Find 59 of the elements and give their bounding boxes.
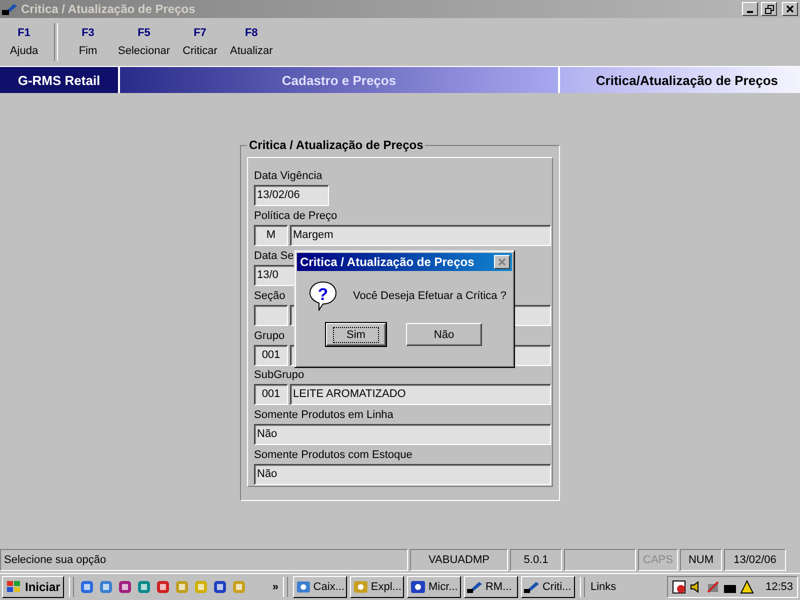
module-banner: Cadastro e Preços — [120, 67, 560, 93]
task-button[interactable]: Expl... — [350, 576, 404, 598]
field-label: Data Vigência — [254, 169, 322, 184]
start-button[interactable]: Iniciar — [2, 576, 64, 598]
links-toolbar[interactable]: Links — [590, 581, 616, 593]
status-panel: CAPS — [638, 549, 678, 571]
status-panel: 5.0.1 — [510, 549, 562, 571]
restore-icon — [764, 4, 774, 14]
minimize-button[interactable] — [742, 2, 758, 16]
close-icon — [498, 258, 506, 266]
dialog-button[interactable]: Sim — [326, 323, 386, 346]
warning-icon[interactable] — [740, 580, 754, 594]
dialog-message: Você Deseja Efetuar a Crítica ? — [353, 290, 506, 302]
field-label: Seção — [254, 288, 286, 304]
dialog-button[interactable]: Não — [406, 323, 482, 346]
restore-button[interactable] — [761, 2, 777, 16]
description-field[interactable]: Margem — [290, 224, 551, 246]
window-title: Critica / Atualização de Preços — [21, 2, 196, 16]
status-panel — [564, 549, 636, 571]
more-button[interactable]: » — [272, 581, 278, 593]
field-label: Política de Preço — [254, 208, 338, 224]
pen-icon — [524, 580, 540, 594]
code-field[interactable]: 001 — [254, 384, 288, 406]
toolbar-button[interactable]: F8 Atualizar — [224, 18, 279, 66]
pen-icon — [467, 580, 484, 594]
code-field[interactable]: 001 — [254, 344, 288, 366]
text-field[interactable]: Não — [254, 424, 551, 446]
product-banner: G-RMS Retail — [0, 67, 120, 93]
field-label: Data Se — [254, 248, 294, 264]
close-button[interactable] — [494, 255, 510, 269]
field-label: Somente Produtos com Estoque — [254, 448, 412, 464]
toolbar-button[interactable]: F5 Selecionar — [112, 18, 176, 66]
field-label: SubGrupo — [254, 368, 304, 384]
close-icon — [786, 5, 794, 13]
toolbar-button[interactable]: F7 Criticar — [176, 18, 224, 66]
screen-banner: Critica/Atualização de Preços — [560, 67, 800, 93]
task-button[interactable]: Micr... — [407, 576, 462, 598]
code-field[interactable]: M — [254, 224, 288, 246]
task-button[interactable]: Caix... — [293, 576, 348, 598]
text-field[interactable]: Não — [254, 464, 551, 486]
pen-icon — [2, 2, 18, 16]
task-button[interactable]: Criti... — [521, 576, 576, 598]
date-field[interactable]: 13/02/06 — [254, 185, 329, 206]
field-label: Grupo — [254, 328, 285, 344]
status-panel: Selecione sua opção — [0, 549, 408, 571]
toolbar-button[interactable]: F1 Ajuda — [0, 18, 48, 66]
field-label: Somente Produtos em Linha — [254, 408, 394, 424]
question-icon: ? — [309, 281, 337, 311]
task-button[interactable]: RM... — [464, 576, 518, 598]
flag-icon — [6, 580, 22, 594]
toolbar-button[interactable]: F3 Fim — [64, 18, 112, 66]
status-panel: VABUADMP — [410, 549, 508, 571]
code-field[interactable] — [254, 304, 288, 326]
status-panel: 13/02/06 — [724, 549, 786, 571]
clock: 12:53 — [765, 581, 793, 593]
status-panel: NUM — [680, 549, 722, 571]
description-field[interactable]: LEITE AROMATIZADO — [290, 384, 551, 406]
close-button[interactable] — [782, 2, 798, 16]
form-title: Critica / Atualização de Preços — [247, 138, 426, 152]
